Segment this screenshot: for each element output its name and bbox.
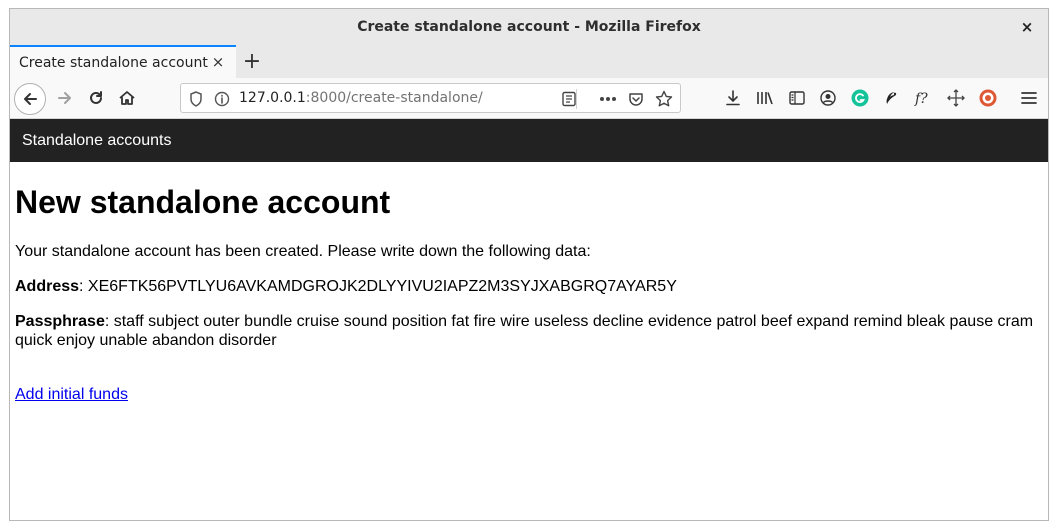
tab-create-standalone[interactable]: Create standalone account × [10,45,236,78]
pocket-icon[interactable] [627,90,645,108]
download-icon[interactable] [723,88,743,108]
account-icon[interactable] [818,88,838,108]
passphrase-line: Passphrase: staff subject outer bundle c… [15,312,1040,350]
browser-window: Create standalone account - Mozilla Fire… [9,8,1049,521]
hamburger-menu-icon[interactable] [1019,88,1039,108]
url-text[interactable]: 127.0.0.1:8000/create-standalone/ [239,90,483,106]
title-bar: Create standalone account - Mozilla Fire… [10,9,1048,45]
address-label: Address [15,278,80,295]
page-title: New standalone account [15,184,391,220]
fx-extension-icon[interactable]: f? [914,88,934,108]
back-arrow-icon [24,93,37,105]
bookmark-star-icon[interactable] [655,90,673,108]
window-title: Create standalone account - Mozilla Fire… [357,19,701,35]
funds-link-line: Add initial funds [15,385,1040,404]
passphrase-value: : staff subject outer bundle cruise soun… [15,313,1034,349]
main-content: New standalone account Your standalone a… [10,183,1048,404]
reload-icon [90,91,102,104]
home-button[interactable] [112,83,142,113]
tab-close-button[interactable]: × [210,53,226,71]
library-icon[interactable] [755,88,775,108]
tab-label: Create standalone account [19,54,208,71]
site-brand[interactable]: Standalone accounts [22,132,171,150]
move-extension-icon[interactable] [946,88,966,108]
site-info-icon[interactable] [213,90,231,108]
tab-strip: Create standalone account × + [10,45,1048,78]
new-tab-button[interactable]: + [240,49,264,74]
sidebar-icon[interactable] [787,88,807,108]
svg-text:f?: f? [914,91,928,106]
forward-arrow-icon [58,92,71,104]
forward-button[interactable] [50,83,80,113]
url-host: 127.0.0.1 [239,90,306,106]
add-initial-funds-link[interactable]: Add initial funds [15,386,128,403]
duckduckgo-icon[interactable] [978,88,998,108]
site-navbar: Standalone accounts [10,119,1048,162]
tracking-shield-icon[interactable] [187,90,205,108]
navigation-toolbar: 127.0.0.1:8000/create-standalone/ f? [10,78,1048,119]
page-viewport: Standalone accounts New standalone accou… [10,119,1048,520]
passphrase-label: Passphrase [15,313,105,330]
reload-button[interactable] [81,83,111,113]
address-value: : XE6FTK56PVTLYU6AVKAMDGROJK2DLYYIVU2IAP… [79,278,677,295]
home-icon [119,91,135,105]
url-path: :8000/create-standalone/ [305,90,483,106]
url-bar[interactable]: 127.0.0.1:8000/create-standalone/ [180,83,681,113]
page-actions-icon[interactable] [599,90,617,108]
address-line: Address: XE6FTK56PVTLYU6AVKAMDGROJK2DLYY… [15,277,1040,296]
back-button[interactable] [14,83,46,115]
extension-bird-icon[interactable] [882,88,902,108]
url-bar-separator [576,89,577,109]
intro-text: Your standalone account has been created… [15,243,591,260]
grammarly-icon[interactable] [850,88,870,108]
window-close-button[interactable]: × [1018,18,1036,36]
